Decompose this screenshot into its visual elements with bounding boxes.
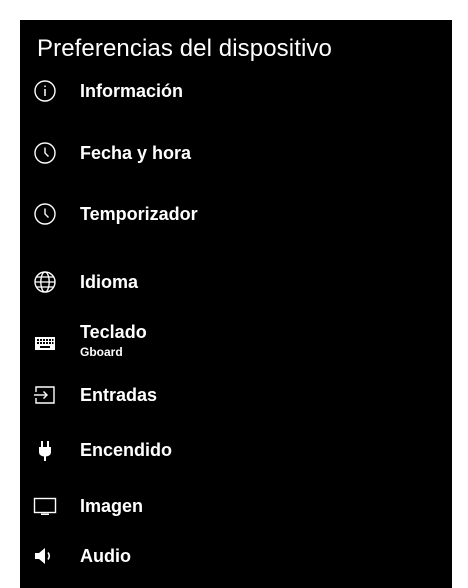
menu-item-label: Teclado — [80, 322, 147, 342]
display-icon — [33, 494, 57, 518]
menu-item-label: Información — [80, 81, 184, 101]
menu-item-label: Imagen — [80, 496, 144, 516]
menu-item-entradas[interactable]: Entradas — [20, 376, 452, 416]
menu-item-encendido[interactable]: Encendido — [20, 431, 452, 471]
page-title: Preferencias del dispositivo — [37, 35, 332, 62]
clock-icon — [33, 141, 57, 165]
menu-item-fecha-y-hora[interactable]: Fecha y hora — [20, 134, 452, 174]
menu-item-label: Audio — [80, 546, 131, 566]
menu-item-label: Fecha y hora — [80, 143, 192, 163]
menu-item-label: Entradas — [80, 385, 158, 405]
menu-item-sublabel: Gboard — [80, 345, 123, 359]
info-icon — [33, 79, 57, 103]
menu-item-label: Encendido — [80, 440, 173, 460]
menu-item-label: Temporizador — [80, 204, 198, 224]
globe-icon — [33, 270, 57, 294]
menu-item-idioma[interactable]: Idioma — [20, 263, 452, 303]
menu-item-imagen[interactable]: Imagen — [20, 487, 452, 527]
menu-item-teclado[interactable]: Teclado Gboard — [20, 320, 452, 364]
menu-item-temporizador[interactable]: Temporizador — [20, 195, 452, 235]
menu-item-label: Idioma — [80, 272, 139, 292]
speaker-icon — [33, 544, 57, 568]
menu-item-informacion[interactable]: Información — [20, 72, 452, 112]
input-icon — [33, 383, 57, 407]
menu-item-audio[interactable]: Audio — [20, 537, 452, 577]
power-plug-icon — [33, 438, 57, 462]
settings-panel: Preferencias del dispositivo Información… — [20, 20, 452, 588]
clock-icon — [33, 202, 57, 226]
keyboard-icon — [33, 331, 57, 355]
